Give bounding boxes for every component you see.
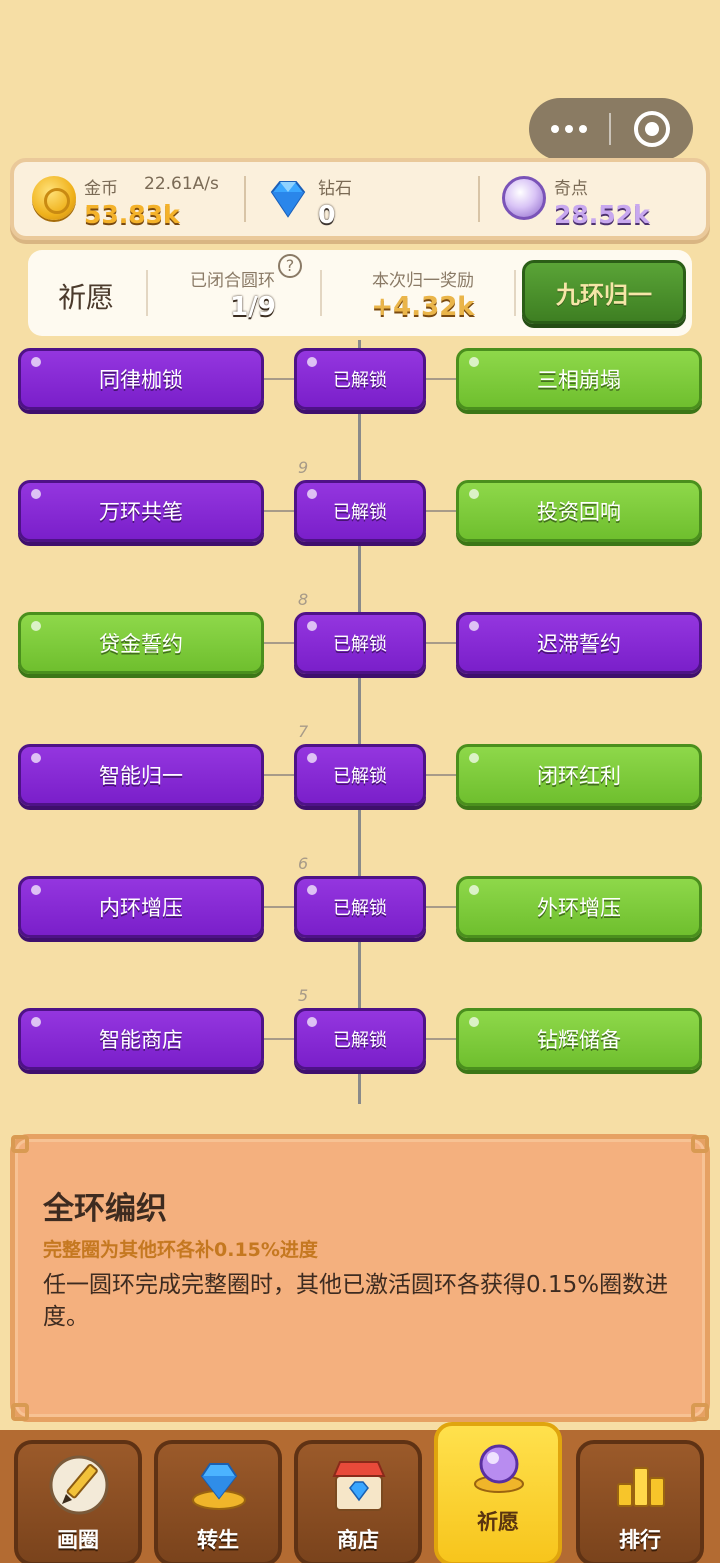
nav-ranking[interactable]: 排行 xyxy=(576,1440,704,1563)
tier-number: 5 xyxy=(298,986,309,1005)
panel-divider xyxy=(320,270,322,316)
reward-stat: 本次归一奖励 +4.32k xyxy=(338,250,508,336)
tree-trunk xyxy=(358,340,361,1104)
gold-coin-icon xyxy=(32,176,76,220)
talent-node[interactable]: 内环增压 xyxy=(18,876,264,938)
nav-label: 画圈 xyxy=(57,1528,99,1552)
nav-draw-circle[interactable]: 画圈 xyxy=(14,1440,142,1563)
panel-divider xyxy=(146,270,148,316)
talent-tree[interactable]: 同律枷锁 已解锁 三相崩塌 9 万环共笔 已解锁 投资回响 8 贷金誓约 已解锁… xyxy=(0,340,720,1120)
wish-orb-icon xyxy=(474,1444,524,1493)
tier-number: 9 xyxy=(298,458,309,477)
reward-label: 本次归一奖励 xyxy=(372,271,474,291)
unlock-status[interactable]: 已解锁 xyxy=(294,612,426,674)
nav-shop[interactable]: 商店 xyxy=(294,1440,422,1563)
diamond-icon xyxy=(270,181,306,218)
pencil-icon xyxy=(49,1455,109,1515)
talent-node[interactable]: 同律枷锁 xyxy=(18,348,264,410)
talent-node[interactable]: 智能商店 xyxy=(18,1008,264,1070)
tier-number: 7 xyxy=(298,722,309,741)
nav-wish[interactable]: 祈愿 xyxy=(434,1422,562,1563)
gold-label: 金币 xyxy=(84,179,118,199)
talent-info-panel: 全环编织 完整圈为其他环各补0.15%进度 任一圆环完成完整圈时，其他已激活圆环… xyxy=(10,1134,710,1422)
wonder-value: 28.52k xyxy=(554,200,650,229)
talent-node[interactable]: 迟滞誓约 xyxy=(456,612,702,674)
gold-rate: 22.61A/s xyxy=(144,174,219,194)
nav-rebirth[interactable]: 转生 xyxy=(154,1440,282,1563)
nav-label: 排行 xyxy=(619,1528,661,1552)
tier-number: 8 xyxy=(298,590,309,609)
diamond-currency: 钻石 0 xyxy=(266,166,466,232)
panel-corner-ornament xyxy=(11,1403,29,1421)
wonder-currency: 奇点 28.52k xyxy=(502,166,702,232)
tree-row: 内环增压 已解锁 外环增压 xyxy=(0,876,720,938)
wish-panel: 祈愿 已闭合圆环 ? 1/9 本次归一奖励 +4.32k 九环归一 xyxy=(28,250,692,336)
talent-node[interactable]: 外环增压 xyxy=(456,876,702,938)
gold-value: 53.83k xyxy=(84,200,180,229)
closed-rings-value: 1/9 xyxy=(230,292,276,322)
wonder-label: 奇点 xyxy=(554,179,588,199)
tree-row: 智能归一 已解锁 闭环红利 xyxy=(0,744,720,806)
mini-program-capsule xyxy=(529,98,693,160)
talent-node[interactable]: 万环共笔 xyxy=(18,480,264,542)
diamond-value: 0 xyxy=(318,200,336,229)
rebirth-gem-icon xyxy=(192,1463,246,1510)
nav-label: 转生 xyxy=(197,1528,239,1552)
talent-node[interactable]: 投资回响 xyxy=(456,480,702,542)
unlock-status[interactable]: 已解锁 xyxy=(294,348,426,410)
talent-title: 全环编织 xyxy=(43,1191,167,1227)
diamond-label: 钻石 xyxy=(318,179,352,199)
close-miniprogram-button[interactable] xyxy=(611,98,693,160)
tree-row: 同律枷锁 已解锁 三相崩塌 xyxy=(0,348,720,410)
talent-node[interactable]: 贷金誓约 xyxy=(18,612,264,674)
currency-bar: 金币 22.61A/s 53.83k 钻石 0 奇点 28.52k xyxy=(10,158,710,240)
unlock-status[interactable]: 已解锁 xyxy=(294,1008,426,1070)
currency-divider xyxy=(478,176,480,222)
target-icon xyxy=(634,111,670,147)
talent-node[interactable]: 三相崩塌 xyxy=(456,348,702,410)
nav-label: 商店 xyxy=(337,1528,379,1552)
talent-subtitle: 完整圈为其他环各补0.15%进度 xyxy=(43,1239,318,1261)
more-menu-button[interactable] xyxy=(529,98,609,160)
help-icon[interactable]: ? xyxy=(278,254,302,278)
panel-corner-ornament xyxy=(691,1135,709,1153)
tree-row: 贷金誓约 已解锁 迟滞誓约 xyxy=(0,612,720,674)
shop-icon xyxy=(332,1461,386,1511)
panel-divider xyxy=(514,270,516,316)
tier-number: 6 xyxy=(298,854,309,873)
closed-rings-label: 已闭合圆环 xyxy=(190,271,275,291)
panel-corner-ornament xyxy=(11,1135,29,1153)
unlock-status[interactable]: 已解锁 xyxy=(294,480,426,542)
nine-ring-unify-button[interactable]: 九环归一 xyxy=(522,260,686,324)
more-dots-icon xyxy=(551,125,559,133)
ranking-icon xyxy=(617,1467,665,1507)
talent-node[interactable]: 钻辉储备 xyxy=(456,1008,702,1070)
page-title: 祈愿 xyxy=(58,281,115,314)
unlock-status[interactable]: 已解锁 xyxy=(294,744,426,806)
talent-node[interactable]: 闭环红利 xyxy=(456,744,702,806)
talent-description: 任一圆环完成完整圈时，其他已激活圆环各获得0.15%圈数进度。 xyxy=(43,1272,669,1330)
panel-corner-ornament xyxy=(691,1403,709,1421)
unlock-status[interactable]: 已解锁 xyxy=(294,876,426,938)
reward-value: +4.32k xyxy=(371,292,475,322)
gold-currency: 金币 22.61A/s 53.83k xyxy=(32,166,242,232)
closed-rings-stat: 已闭合圆环 ? 1/9 xyxy=(168,250,338,336)
tree-row: 万环共笔 已解锁 投资回响 xyxy=(0,480,720,542)
currency-divider xyxy=(244,176,246,222)
nav-label: 祈愿 xyxy=(477,1510,519,1534)
wonder-orb-icon xyxy=(502,176,546,220)
bottom-nav: 画圈 转生 商店 祈愿 排行 xyxy=(0,1422,720,1563)
tree-row: 智能商店 已解锁 钻辉储备 xyxy=(0,1008,720,1070)
talent-node[interactable]: 智能归一 xyxy=(18,744,264,806)
